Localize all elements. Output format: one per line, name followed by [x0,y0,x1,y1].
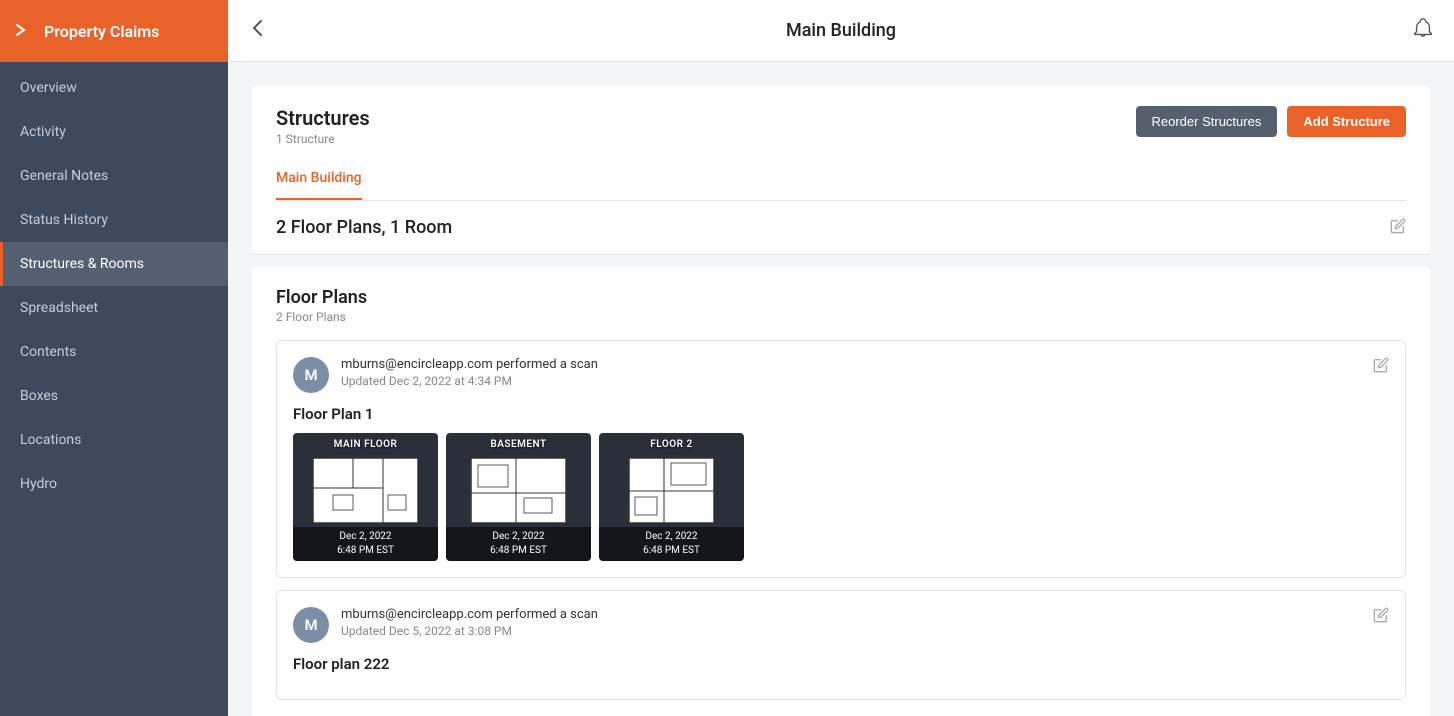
scan-meta-1: mburns@encircleapp.com performed a scan … [341,357,598,388]
structures-subtitle: 1 Structure [276,132,370,146]
scan-time-2: Updated Dec 5, 2022 at 3:08 PM [341,624,598,638]
sidebar-item-overview[interactable]: Overview [0,66,228,110]
avatar-1: M [293,357,329,393]
sidebar-nav: Overview Activity General Notes Status H… [0,62,228,506]
scan-card-1: M mburns@encircleapp.com performed a sca… [276,340,1406,578]
back-button[interactable] [248,18,268,43]
scan-header-1: M mburns@encircleapp.com performed a sca… [293,357,1389,393]
floor-plan-name-1: Floor Plan 1 [293,405,1389,423]
floor-image-floor2[interactable]: FLOOR 2 Dec 2, 2022 6:48 PM EST [599,433,744,561]
scan-header-2: M mburns@encircleapp.com performed a sca… [293,607,1389,643]
tab-main-building[interactable]: Main Building [276,158,362,200]
floor-plan-drawing-floor2 [609,453,734,533]
floor-image-label-floor2: FLOOR 2 [599,439,744,450]
sidebar-item-locations[interactable]: Locations [0,418,228,462]
floor-plans-subtitle: 2 Floor Plans [276,310,1406,324]
floor-image-basement[interactable]: BASEMENT Dec 2, 2022 6:48 PM EST [446,433,591,561]
sidebar-item-boxes[interactable]: Boxes [0,374,228,418]
scan-user-1: mburns@encircleapp.com performed a scan [341,357,598,372]
floor-info-bar: 2 Floor Plans, 1 Room [252,201,1430,255]
sidebar: Property Claims Overview Activity Genera… [0,0,228,716]
floor-plan-drawing-main [303,453,428,533]
sidebar-item-contents[interactable]: Contents [0,330,228,374]
scan-user-2: mburns@encircleapp.com performed a scan [341,607,598,622]
scan-edit-icon-1[interactable] [1373,357,1389,377]
floor-info-text: 2 Floor Plans, 1 Room [276,217,452,238]
avatar-2: M [293,607,329,643]
floor-image-timestamp-basement: Dec 2, 2022 6:48 PM EST [446,527,591,561]
floor-image-timestamp-main: Dec 2, 2022 6:48 PM EST [293,527,438,561]
floor-plan-drawing-basement [456,453,581,533]
structures-header-card: Structures 1 Structure Reorder Structure… [252,86,1430,201]
floor-plans-title: Floor Plans [276,287,1406,308]
topbar: Main Building [228,0,1454,62]
scan-time-1: Updated Dec 2, 2022 at 4:34 PM [341,374,598,388]
sidebar-item-status-history[interactable]: Status History [0,198,228,242]
floor-plan-name-2: Floor plan 222 [293,655,1389,673]
sidebar-app-title: Property Claims [44,22,159,41]
sidebar-item-spreadsheet[interactable]: Spreadsheet [0,286,228,330]
floor-image-label-basement: BASEMENT [446,439,591,450]
floor-image-label-main: MAIN FLOOR [293,439,438,450]
tabs-bar: Main Building [276,158,1406,201]
scan-card-2: M mburns@encircleapp.com performed a sca… [276,590,1406,700]
structures-title: Structures [276,106,370,130]
sidebar-header[interactable]: Property Claims [0,0,228,62]
floor-image-timestamp-floor2: Dec 2, 2022 6:48 PM EST [599,527,744,561]
structures-actions: Reorder Structures Add Structure [1136,106,1407,137]
floor-image-main-floor[interactable]: MAIN FLOOR Dec 2, 2022 6:48 PM EST [293,433,438,561]
add-structure-button[interactable]: Add Structure [1287,106,1406,137]
content-area: Structures 1 Structure Reorder Structure… [228,62,1454,716]
reorder-structures-button[interactable]: Reorder Structures [1136,106,1278,137]
floor-images-1: MAIN FLOOR Dec 2, 2022 6:48 PM EST [293,433,1389,561]
sidebar-item-structures-rooms[interactable]: Structures & Rooms [0,242,228,286]
structures-title-block: Structures 1 Structure [276,106,370,146]
floor-info-edit-icon[interactable] [1390,218,1406,238]
notification-bell-icon[interactable] [1412,17,1434,44]
menu-icon [16,21,34,42]
page-title: Main Building [786,20,896,41]
sidebar-item-activity[interactable]: Activity [0,110,228,154]
scan-meta-2: mburns@encircleapp.com performed a scan … [341,607,598,638]
scan-edit-icon-2[interactable] [1373,607,1389,627]
main-area: Main Building Structures 1 Structure Reo… [228,0,1454,716]
sidebar-item-hydro[interactable]: Hydro [0,462,228,506]
floor-plans-section: Floor Plans 2 Floor Plans M mburns@encir… [252,267,1430,716]
sidebar-item-general-notes[interactable]: General Notes [0,154,228,198]
